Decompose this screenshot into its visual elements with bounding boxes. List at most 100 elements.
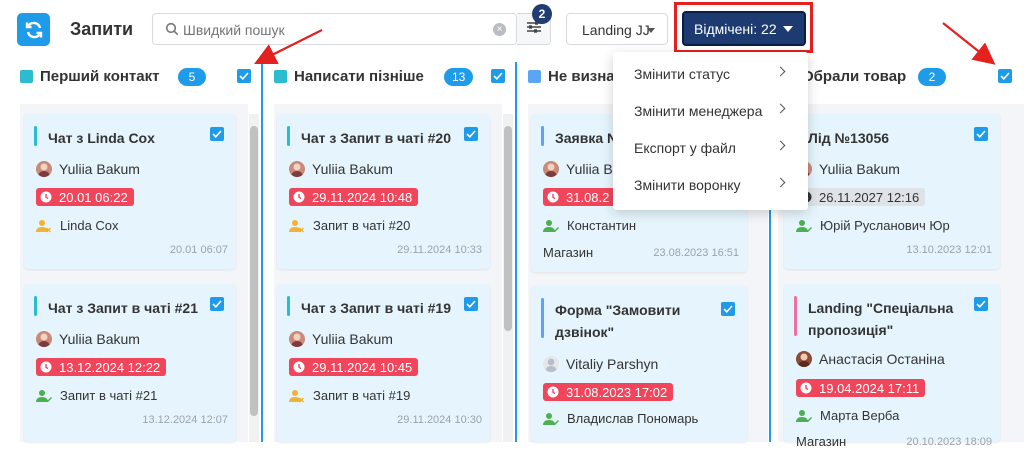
card-timestamp: 13.10.2023 12:01 bbox=[906, 244, 992, 256]
checkbox-checked-icon[interactable] bbox=[210, 297, 224, 311]
clock-icon bbox=[800, 382, 812, 394]
checkbox-checked-icon[interactable] bbox=[721, 302, 735, 316]
deal-card[interactable]: Чат з Linda Cox Yuliia Bakum 20.01 06:22… bbox=[24, 114, 236, 269]
manager-name: Yuliia Bakum bbox=[59, 331, 140, 347]
menu-item-change-manager[interactable]: Змінити менеджера bbox=[613, 93, 808, 129]
scrollbar-thumb[interactable] bbox=[504, 126, 512, 331]
due-date: 13.12.2024 12:22 bbox=[59, 359, 161, 375]
due-date: 26.11.2027 12:16 bbox=[819, 189, 920, 205]
card-title: Лід №13056 bbox=[808, 130, 890, 146]
deal-card[interactable]: Форма "Замовити дзвінок" Vitaliy Parshyn … bbox=[531, 286, 747, 442]
deal-card[interactable]: Чат з Запит в чаті #20 Yuliia Bakum 29.1… bbox=[277, 114, 490, 269]
column-count-badge: 5 bbox=[178, 68, 206, 86]
card-title-line: дзвінок" bbox=[555, 324, 615, 340]
refresh-icon[interactable] bbox=[17, 13, 50, 46]
card-title-line: пропозиція" bbox=[808, 322, 894, 338]
contact-name: Запит в чаті #20 bbox=[313, 218, 411, 233]
avatar-icon bbox=[36, 331, 52, 347]
search-input[interactable] bbox=[183, 20, 483, 40]
card-title: Landing "Спеціальна пропозиція" bbox=[808, 297, 953, 341]
card-timestamp: 23.08.2023 16:51 bbox=[653, 247, 739, 259]
column-header: Перший контакт 5 bbox=[20, 60, 260, 94]
column-separator bbox=[515, 62, 517, 442]
menu-item-label: Експорт у файл bbox=[634, 140, 736, 156]
manager-name: Yuliia Bakum bbox=[312, 331, 393, 347]
chevron-right-icon bbox=[775, 140, 786, 151]
checkbox-checked-icon[interactable] bbox=[237, 69, 251, 83]
contact-person-icon bbox=[289, 389, 305, 403]
contact-name: Запит в чаті #21 bbox=[60, 388, 158, 403]
contact-name: Константин bbox=[567, 218, 637, 233]
column-color-marker bbox=[274, 70, 287, 83]
clock-icon bbox=[293, 191, 305, 203]
chevron-right-icon bbox=[775, 177, 786, 188]
contact-person-icon bbox=[796, 409, 813, 423]
column-scrollbar[interactable] bbox=[503, 114, 513, 442]
avatar-icon bbox=[543, 161, 559, 177]
manager-name: Yuliia Bakum bbox=[312, 161, 393, 177]
manager-name: Vitaliy Parshyn bbox=[566, 356, 659, 372]
deal-card[interactable]: Лід №13056 Yuliia Bakum 26.11.2027 12:16… bbox=[784, 114, 1000, 269]
due-date: 20.01 06:22 bbox=[59, 189, 128, 205]
checkbox-checked-icon[interactable] bbox=[464, 127, 478, 141]
chevron-right-icon bbox=[775, 66, 786, 77]
card-color-bar bbox=[541, 126, 544, 146]
card-contact: Запит в чаті #20 bbox=[289, 218, 410, 233]
menu-item-change-funnel[interactable]: Змінити воронку bbox=[613, 167, 808, 203]
contact-name: Linda Cox bbox=[60, 218, 119, 233]
card-title-line: Форма "Замовити bbox=[555, 302, 681, 318]
card-manager: Yuliia Bakum bbox=[36, 161, 140, 177]
column-header: Обрали товар 2 bbox=[778, 60, 1024, 94]
checkbox-checked-icon[interactable] bbox=[974, 297, 988, 311]
chevron-down-icon bbox=[647, 28, 655, 33]
manager-name: Yuliia Bakum bbox=[59, 161, 140, 177]
column-title: Обрали товар bbox=[802, 68, 907, 85]
deal-card[interactable]: Чат з Запит в чаті #19 Yuliia Bakum 29.1… bbox=[277, 284, 490, 442]
bulk-actions-menu: Змінити статус Змінити менеджера Експорт… bbox=[613, 52, 808, 210]
deal-card[interactable]: Landing "Спеціальна пропозиція" Анастасія… bbox=[784, 284, 1000, 449]
scrollbar-thumb[interactable] bbox=[250, 126, 258, 416]
clear-icon[interactable]: × bbox=[493, 23, 506, 36]
card-contact: Запит в чаті #19 bbox=[289, 388, 410, 403]
checkbox-checked-icon[interactable] bbox=[491, 69, 505, 83]
clock-icon bbox=[547, 191, 559, 203]
card-contact: Константин bbox=[543, 218, 636, 233]
contact-person-icon bbox=[543, 219, 560, 233]
column-header: Написати пізніше 13 bbox=[274, 60, 514, 94]
search-icon bbox=[165, 22, 179, 41]
checkbox-checked-icon[interactable] bbox=[210, 127, 224, 141]
top-bar: Запити × 2 Landing JJ Відмічені: 22 bbox=[0, 0, 1024, 58]
column-title: Не визна bbox=[548, 68, 615, 85]
search-box: × bbox=[152, 13, 517, 45]
card-color-bar bbox=[287, 126, 290, 146]
card-color-bar bbox=[34, 126, 37, 146]
card-manager: Yuliia Bakum bbox=[289, 161, 393, 177]
card-contact: Запит в чаті #21 bbox=[36, 388, 157, 403]
due-date-badge: 13.12.2024 12:22 bbox=[36, 358, 167, 376]
checkbox-checked-icon[interactable] bbox=[974, 127, 988, 141]
contact-person-icon bbox=[543, 412, 560, 426]
avatar-icon bbox=[543, 356, 559, 372]
page-title: Запити bbox=[70, 19, 134, 39]
funnel-select[interactable]: Landing JJ bbox=[566, 13, 668, 45]
column-color-marker bbox=[528, 70, 541, 83]
column-scrollbar[interactable] bbox=[249, 114, 259, 442]
due-date-badge: 26.11.2027 12:16 bbox=[796, 188, 926, 206]
column-count-badge: 13 bbox=[444, 68, 474, 86]
card-color-bar bbox=[794, 296, 797, 336]
card-contact: Юрій Русланович Юр bbox=[796, 218, 950, 233]
menu-item-label: Змінити воронку bbox=[634, 177, 741, 193]
avatar-icon bbox=[289, 161, 305, 177]
menu-item-export-file[interactable]: Експорт у файл bbox=[613, 130, 808, 166]
column-title: Написати пізніше bbox=[294, 68, 424, 85]
selected-items-button[interactable]: Відмічені: 22 bbox=[682, 11, 806, 46]
column-count-badge: 2 bbox=[918, 68, 946, 86]
due-date-badge: 29.11.2024 10:45 bbox=[289, 358, 419, 376]
card-title: Заявка N bbox=[555, 130, 618, 146]
avatar-icon bbox=[289, 331, 305, 347]
checkbox-checked-icon[interactable] bbox=[998, 69, 1012, 83]
menu-item-change-status[interactable]: Змінити статус bbox=[613, 56, 808, 92]
checkbox-checked-icon[interactable] bbox=[464, 297, 478, 311]
clock-icon bbox=[293, 361, 305, 373]
deal-card[interactable]: Чат з Запит в чаті #21 Yuliia Bakum 13.1… bbox=[24, 284, 236, 442]
